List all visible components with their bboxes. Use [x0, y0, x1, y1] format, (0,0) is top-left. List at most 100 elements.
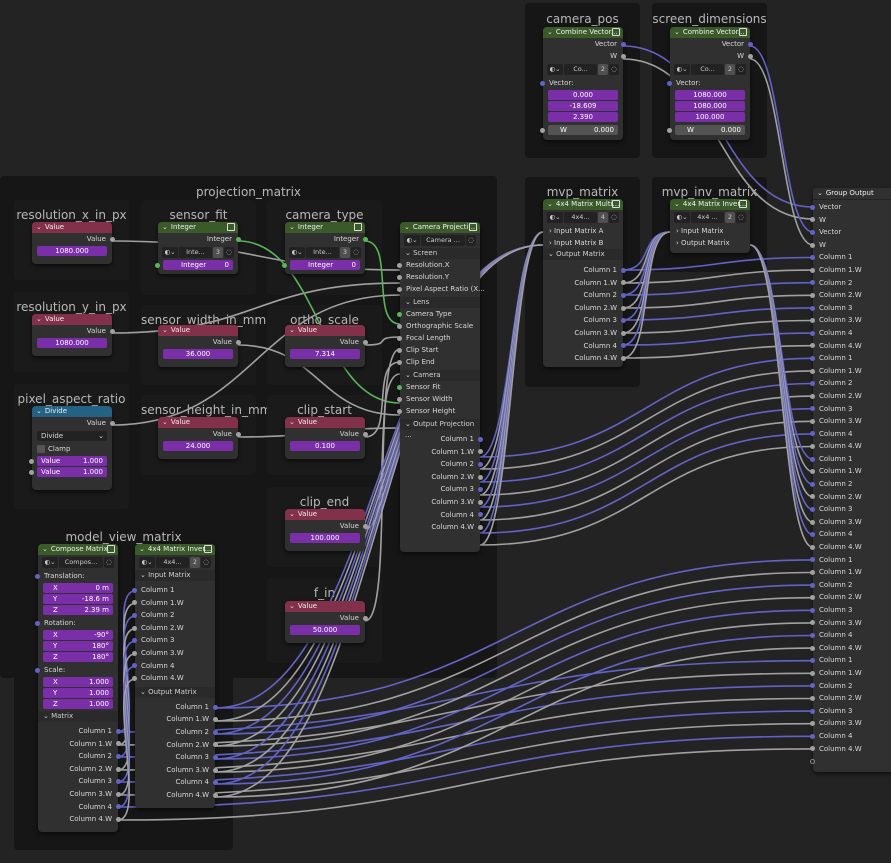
input-socket[interactable]: [810, 217, 815, 223]
node-tree-icon[interactable]: ◐⌄: [547, 212, 563, 223]
vector-z-field[interactable]: 2.390: [548, 112, 618, 122]
panel-output-matrix[interactable]: ⌄ Output Matrix: [135, 686, 215, 698]
wire-mvp-inverse-to-output[interactable]: [749, 244, 814, 511]
input-socket[interactable]: [810, 607, 815, 613]
wire-mvp-inverse-to-output[interactable]: [749, 244, 814, 486]
operation-dropdown[interactable]: Divide ⌄: [37, 431, 107, 441]
panel-output-matrix[interactable]: ⌄ Output Matrix: [543, 249, 623, 260]
node-header[interactable]: ⌄ Value: [285, 601, 365, 612]
fake-user-shield-icon[interactable]: ◌: [609, 64, 619, 75]
node-group-icon[interactable]: [612, 28, 620, 36]
panel-input-matrix[interactable]: ⌄ Input Matrix: [135, 570, 215, 581]
node-sensor-height[interactable]: ⌄ Value Value 24.000: [158, 417, 241, 459]
chevron-down-icon[interactable]: ⌄: [547, 199, 553, 210]
output-socket[interactable]: [116, 753, 121, 759]
node-group-selector[interactable]: ◐⌄ Compos... ◌: [42, 557, 114, 568]
node-header[interactable]: ⌄ Value: [158, 417, 238, 428]
node-divide[interactable]: ⌄ Divide Value Divide ⌄ Clamp Value 1.000 V…: [29, 406, 115, 490]
input-socket[interactable]: [810, 532, 815, 538]
input-socket[interactable]: [132, 650, 137, 656]
input-socket[interactable]: [282, 262, 287, 268]
output-socket[interactable]: [478, 436, 483, 442]
input-socket[interactable]: [397, 335, 402, 341]
wire-mvp-inverse-to-output[interactable]: [749, 244, 814, 498]
output-socket[interactable]: [363, 236, 368, 242]
node-resolution-x[interactable]: ⌄ Value Value 1080.000: [32, 222, 115, 264]
input-socket[interactable]: [810, 620, 815, 626]
node-header[interactable]: ⌄ Divide: [32, 406, 112, 417]
group-name[interactable]: Compos...: [59, 557, 103, 568]
node-group-icon[interactable]: [204, 545, 212, 553]
node-group-selector[interactable]: ◐⌄ Co... 2 ◌: [674, 64, 746, 75]
node-sensor-width[interactable]: ⌄ Value Value 36.000: [158, 325, 241, 367]
input-socket[interactable]: [397, 323, 402, 329]
input-socket[interactable]: [810, 645, 815, 651]
input-socket[interactable]: [35, 620, 40, 626]
clamp-checkbox[interactable]: [37, 445, 45, 453]
node-header[interactable]: ⌄ Value: [32, 314, 112, 325]
output-socket[interactable]: [363, 615, 368, 621]
node-tree-icon[interactable]: ◐⌄: [139, 557, 155, 568]
value-field[interactable]: 50.000: [290, 625, 360, 635]
vector-component-field[interactable]: Y 1.000: [43, 688, 113, 698]
chevron-down-icon[interactable]: ⌄: [162, 222, 168, 233]
node-tree-icon[interactable]: ◐⌄: [289, 247, 305, 258]
node-model-view-inverse[interactable]: ⌄ 4x4 Matrix Inver... ◐⌄ 4x4... 2 ◌ ⌄ Input …: [132, 544, 218, 808]
node-header[interactable]: ⌄ Integer: [158, 222, 238, 233]
output-socket[interactable]: [110, 328, 115, 334]
node-header[interactable]: ⌄ Camera Projecti...: [400, 222, 480, 233]
panel-output-matrix[interactable]: › Output Matrix: [670, 237, 750, 249]
input-socket[interactable]: [397, 262, 402, 268]
input-socket[interactable]: [810, 267, 815, 273]
node-resolution-y[interactable]: ⌄ Value Value 1080.000: [32, 314, 115, 356]
wire-projection-to-output[interactable]: [479, 445, 814, 546]
input-socket[interactable]: [810, 507, 815, 513]
input-socket[interactable]: [810, 305, 815, 311]
wire-mvp-inverse-to-output[interactable]: [749, 244, 814, 473]
wire-mvp-to-output[interactable]: [622, 344, 814, 359]
wire-projection-to-output[interactable]: [479, 407, 814, 508]
output-socket[interactable]: [363, 339, 368, 345]
input-socket[interactable]: [397, 396, 402, 402]
value-field[interactable]: 1080.000: [37, 338, 107, 348]
value-field[interactable]: 100.000: [290, 533, 360, 543]
node-header[interactable]: ⌄ Value: [285, 509, 365, 520]
wire-mvp-to-output[interactable]: [622, 294, 814, 309]
clamp-row[interactable]: Clamp: [32, 443, 112, 455]
output-socket[interactable]: [116, 791, 121, 797]
input-socket[interactable]: [810, 733, 815, 739]
output-socket[interactable]: [213, 754, 218, 760]
vector-component-field[interactable]: X 1.000: [43, 677, 113, 687]
vector-y-field[interactable]: -18.609: [548, 101, 618, 111]
group-name[interactable]: Camera ...: [421, 235, 465, 246]
chevron-down-icon[interactable]: ⌄: [674, 27, 680, 38]
chevron-down-icon[interactable]: ⌄: [547, 27, 553, 38]
panel-lens[interactable]: ⌄ Lens: [400, 297, 480, 308]
output-socket[interactable]: [621, 267, 626, 273]
chevron-down-icon[interactable]: ⌄: [817, 188, 823, 199]
fake-user-shield-icon[interactable]: ◌: [466, 235, 476, 246]
w-field[interactable]: W 0.000: [540, 125, 618, 135]
output-socket[interactable]: [621, 355, 626, 361]
node-header[interactable]: ⌄ Integer: [285, 222, 365, 233]
node-f-in[interactable]: ⌄ Value Value 50.000: [285, 601, 368, 643]
node-tree-icon[interactable]: ◐⌄: [162, 247, 178, 258]
value-field[interactable]: 7.314: [290, 349, 360, 359]
node-header[interactable]: ⌄ 4x4 Matrix Inver...: [670, 199, 750, 210]
vector-component-field[interactable]: X 0 m: [43, 583, 113, 593]
input-socket[interactable]: [810, 355, 815, 361]
input-socket[interactable]: [810, 469, 815, 475]
vector-component-field[interactable]: Z 1.000: [43, 699, 113, 709]
input-socket[interactable]: [667, 127, 672, 133]
node-tree-icon[interactable]: ◐⌄: [674, 212, 690, 223]
input-socket[interactable]: [810, 721, 815, 727]
wire-projection-to-output[interactable]: [479, 420, 814, 521]
node-mvp-matrix-multiply[interactable]: ⌄ 4x4 Matrix Multi... ◐⌄ 4x4... 4 ◌ › Input …: [543, 199, 626, 367]
input-socket[interactable]: [810, 670, 815, 676]
input-socket[interactable]: [810, 431, 815, 437]
node-group-icon[interactable]: [739, 28, 747, 36]
group-name[interactable]: Inte...: [306, 247, 339, 258]
chevron-down-icon[interactable]: ⌄: [162, 325, 168, 336]
chevron-down-icon[interactable]: ⌄: [289, 601, 295, 612]
vector-x-field[interactable]: 0.000: [548, 90, 618, 100]
